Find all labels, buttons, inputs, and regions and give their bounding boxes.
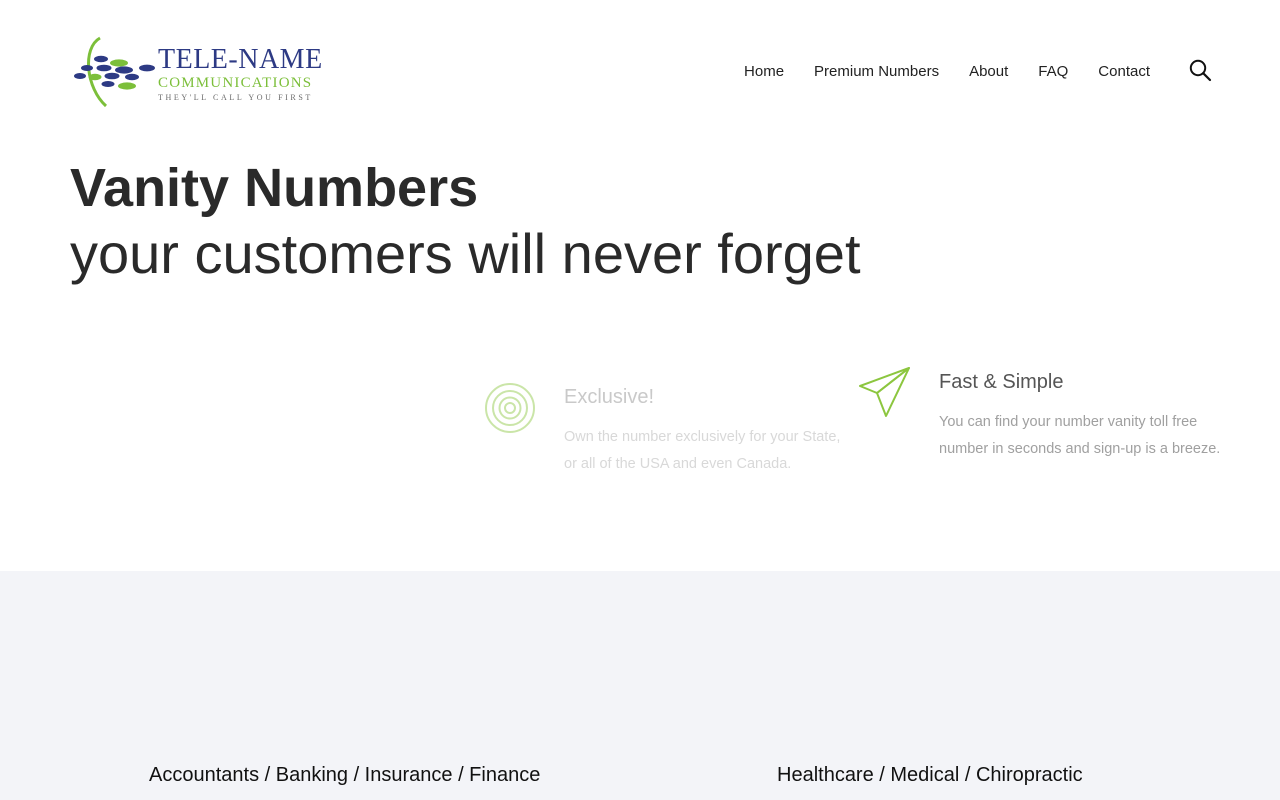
feature-description: You can find your number vanity toll fre… [939, 414, 1221, 457]
nav-item-faq[interactable]: FAQ [1038, 62, 1068, 82]
logo-name: TELE-NAME [158, 44, 323, 75]
nav-item-premium-numbers[interactable]: Premium Numbers [814, 62, 939, 82]
search-icon[interactable] [1188, 58, 1212, 82]
site-header: TELE-NAME COMMUNICATIONS THEY'LL CALL YO… [0, 0, 1280, 140]
nav-item-home[interactable]: Home [744, 62, 784, 82]
logo-text: TELE-NAME COMMUNICATIONS THEY'LL CALL YO… [158, 44, 323, 103]
hero-title: Vanity Numbers [70, 158, 479, 218]
paper-plane-icon [859, 367, 910, 417]
hero-subtitle: your customers will never forget [70, 222, 861, 285]
hero-section: Vanity Numbers your customers will never… [70, 155, 861, 287]
logo-subtitle: COMMUNICATIONS [158, 75, 313, 91]
feature-title: Exclusive! [564, 386, 655, 408]
feature-description: Own the number exclusively for your Stat… [564, 429, 841, 472]
target-icon [485, 383, 535, 433]
site-logo[interactable]: TELE-NAME COMMUNICATIONS THEY'LL CALL YO… [72, 36, 336, 110]
category-finance[interactable]: Accountants / Banking / Insurance / Fina… [149, 762, 540, 788]
feature-title: Fast & Simple [939, 371, 1064, 393]
main-nav: Home Premium Numbers About FAQ Contact [744, 62, 1150, 82]
nav-item-contact[interactable]: Contact [1098, 62, 1150, 82]
nav-item-about[interactable]: About [969, 62, 1008, 82]
logo-tagline: THEY'LL CALL YOU FIRST [158, 93, 313, 102]
category-healthcare[interactable]: Healthcare / Medical / Chiropractic [777, 762, 1083, 788]
logo-mark-icon [74, 36, 155, 108]
